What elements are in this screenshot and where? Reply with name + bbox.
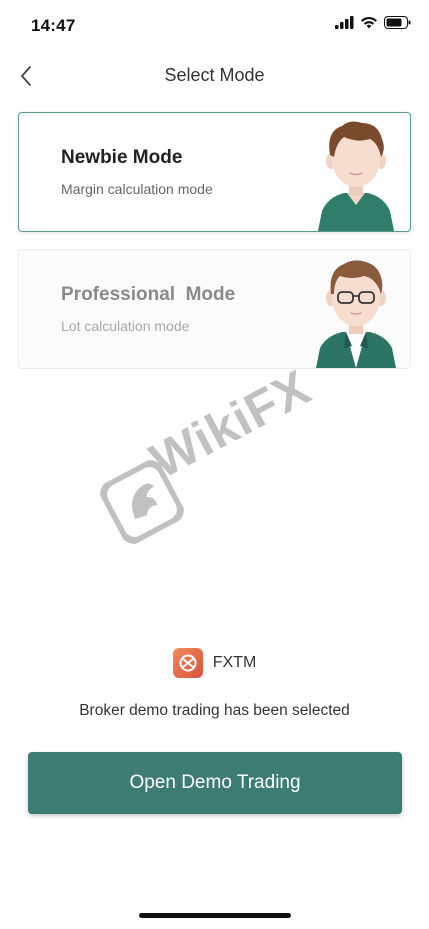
nav-bar: Select Mode <box>0 52 429 100</box>
mode-subtitle: Margin calculation mode <box>61 181 213 197</box>
watermark: WikiFX <box>100 359 328 544</box>
status-icons <box>335 16 411 29</box>
page-title: Select Mode <box>164 65 265 85</box>
wifi-icon <box>361 16 377 29</box>
cellular-signal-icon <box>335 16 354 29</box>
professional-avatar-icon <box>316 260 396 368</box>
watermark-text: WikiFX <box>141 358 320 490</box>
broker-info: FXTM <box>0 648 429 678</box>
mode-subtitle: Lot calculation mode <box>61 318 190 334</box>
broker-name: FXTM <box>212 654 257 671</box>
home-indicator <box>139 913 291 918</box>
fxtm-logo-icon <box>172 648 203 678</box>
newbie-avatar-icon <box>318 121 394 231</box>
open-demo-trading-button[interactable]: Open Demo Trading <box>28 752 402 814</box>
status-bar: 14:47 <box>0 0 429 52</box>
broker-note: Broker demo trading has been selected <box>79 702 350 719</box>
status-time: 14:47 <box>31 16 76 35</box>
mode-title: Newbie Mode <box>61 147 183 168</box>
professional-mode-card[interactable]: Professional Mode Lot calculation mode <box>18 249 411 369</box>
newbie-mode-card[interactable]: Newbie Mode Margin calculation mode <box>18 112 411 232</box>
battery-icon <box>384 16 411 29</box>
fxtm-mark-icon <box>179 654 197 672</box>
mode-title: Professional Mode <box>61 284 236 305</box>
